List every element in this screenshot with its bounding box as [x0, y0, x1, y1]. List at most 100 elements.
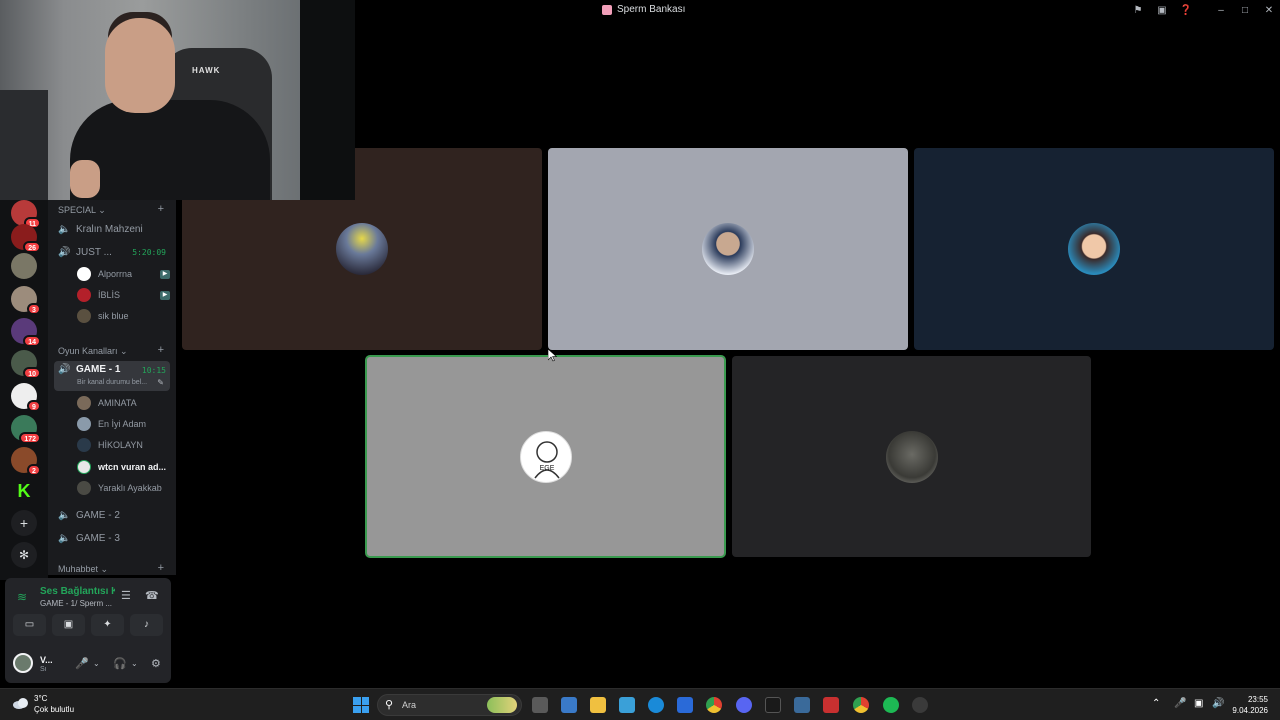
bookmark-icon[interactable]: ⚑ — [1131, 4, 1145, 18]
participant-tile-3[interactable] — [914, 148, 1274, 350]
voice-user[interactable]: HİKOLAYN — [77, 436, 172, 454]
signal-icon: ≋ — [17, 590, 28, 604]
screen-share-button[interactable]: ▣ — [52, 614, 85, 636]
add-server-icon[interactable]: + — [11, 510, 37, 536]
participant-tile-5[interactable] — [732, 356, 1091, 557]
channel-just[interactable]: 🔊 JUST ... 5:20:09 — [54, 242, 170, 262]
server-icon — [602, 4, 612, 15]
voice-user[interactable]: sik blue — [77, 307, 172, 325]
server-icon[interactable]: 14 — [11, 318, 41, 347]
microphone-icon[interactable]: 🎤 — [75, 657, 89, 670]
participant-tile-4[interactable]: EGE — [365, 355, 726, 558]
chrome-icon[interactable] — [853, 697, 869, 713]
steelseries-icon[interactable] — [765, 697, 781, 713]
server-badge: 2 — [27, 464, 41, 476]
participant-tile-2[interactable] — [548, 148, 908, 350]
microphone-tray-icon[interactable]: 🎤 — [1174, 698, 1186, 709]
start-button[interactable] — [353, 697, 369, 713]
weather-temperature[interactable]: 3°C — [34, 694, 47, 703]
voice-connection-panel: ≋ Ses Bağlantısı Kuruldu GAME - 1/ Sperm… — [5, 578, 171, 683]
edit-status-icon[interactable]: ✎ — [157, 378, 164, 387]
server-icon[interactable] — [11, 253, 37, 279]
kick-server-icon[interactable]: K — [11, 478, 37, 504]
voice-user[interactable]: En İyi Adam — [77, 415, 172, 433]
voice-status[interactable]: Ses Bağlantısı Kuruldu — [40, 586, 115, 597]
soundboard-button[interactable]: ♪ — [130, 614, 163, 636]
category-oyun-kanallari[interactable]: Oyun Kanalları ⌄ — [58, 346, 128, 357]
participant-avatar — [1068, 223, 1120, 275]
username: V... — [40, 655, 53, 665]
app-icon[interactable] — [794, 697, 810, 713]
server-icon[interactable]: 10 — [11, 350, 41, 379]
noise-suppression-icon[interactable]: ☰ — [121, 589, 131, 602]
category-special[interactable]: SPECIAL ⌄ — [58, 205, 106, 216]
category-muhabbet[interactable]: Muhabbet ⌄ — [58, 564, 108, 575]
screen-icon[interactable]: ▣ — [1155, 4, 1169, 18]
settings-gear-icon[interactable]: ⚙ — [151, 657, 161, 670]
add-channel-icon[interactable]: + — [158, 203, 164, 215]
chevron-down-icon[interactable]: ⌄ — [93, 659, 100, 668]
add-channel-icon[interactable]: + — [158, 344, 164, 356]
disconnect-icon[interactable]: ☎ — [145, 589, 159, 602]
user-avatar — [77, 309, 91, 323]
voice-user[interactable]: Alporrna ▶ — [77, 265, 172, 283]
chrome-icon[interactable] — [706, 697, 722, 713]
camera-off-button[interactable]: ▭ — [13, 614, 46, 636]
voice-user[interactable]: AMINATA — [77, 394, 172, 412]
activities-button[interactable]: ✦ — [91, 614, 124, 636]
headphones-icon[interactable]: 🎧 — [113, 657, 127, 670]
server-icon[interactable]: 172 — [11, 415, 41, 444]
store-icon[interactable] — [561, 697, 577, 713]
file-explorer-icon[interactable] — [590, 697, 606, 713]
volume-icon[interactable]: 🔊 — [1212, 698, 1224, 709]
discord-icon[interactable] — [736, 697, 752, 713]
server-icon[interactable]: 26 — [11, 224, 41, 253]
display-tray-icon[interactable]: ▣ — [1194, 698, 1203, 709]
obs-icon[interactable] — [912, 697, 928, 713]
channel-kralin-mahzeni[interactable]: 🔈 Kralın Mahzeni — [54, 219, 170, 239]
weather-description[interactable]: Çok bulutlu — [34, 705, 74, 714]
server-badge: 26 — [23, 241, 41, 253]
webcam-overlay: HAWK — [0, 0, 355, 200]
discover-icon[interactable]: ✻ — [11, 542, 37, 568]
chevron-down-icon[interactable]: ⌄ — [131, 659, 138, 668]
voice-user[interactable]: İBLİS ▶ — [77, 286, 172, 304]
window-title-text: Sperm Bankası — [617, 4, 686, 15]
mouse-cursor-icon — [548, 349, 557, 362]
channel-game-1[interactable]: 🔊 GAME - 1 10:15 Bir kanal durumu bel...… — [54, 361, 170, 391]
task-view-icon[interactable] — [532, 697, 548, 713]
minimize-icon[interactable]: – — [1214, 4, 1228, 18]
server-badge: 3 — [27, 303, 41, 315]
add-channel-icon[interactable]: + — [158, 562, 164, 574]
voice-channel[interactable]: GAME - 1/ Sperm ... — [40, 599, 112, 608]
channel-name: JUST ... — [76, 246, 112, 258]
server-icon[interactable]: 9 — [11, 383, 41, 412]
server-icon[interactable]: 2 — [11, 447, 41, 476]
voicemeeter-icon[interactable] — [823, 697, 839, 713]
user-avatar — [77, 396, 91, 410]
notepad-icon[interactable] — [619, 697, 635, 713]
avatar[interactable] — [13, 653, 33, 673]
user-avatar — [77, 288, 91, 302]
stream-icon: ▶ — [160, 290, 170, 300]
channel-game-2[interactable]: 🔈 GAME - 2 — [54, 505, 170, 525]
server-icon[interactable]: 3 — [11, 286, 41, 315]
channel-status: Bir kanal durumu bel... — [77, 379, 148, 386]
voice-user-speaking[interactable]: wtcn vuran ad... — [77, 458, 172, 476]
cloud-icon — [13, 698, 28, 709]
mail-icon[interactable] — [677, 697, 693, 713]
help-icon[interactable]: ❓ — [1179, 4, 1193, 18]
user-avatar — [77, 267, 91, 281]
server-icon[interactable]: 11 — [11, 200, 41, 229]
user-name: sik blue — [98, 311, 129, 321]
channel-game-3[interactable]: 🔈 GAME - 3 — [54, 528, 170, 548]
edge-icon[interactable] — [648, 697, 664, 713]
maximize-icon[interactable]: □ — [1238, 4, 1252, 18]
taskbar-search[interactable]: ⚲ Ara — [377, 694, 522, 716]
chevron-up-icon[interactable]: ⌃ — [1152, 698, 1160, 709]
spotify-icon[interactable] — [883, 697, 899, 713]
speaker-icon: 🔊 — [58, 364, 71, 375]
system-clock[interactable]: 23:55 9.04.2026 — [1232, 694, 1268, 716]
close-icon[interactable]: ✕ — [1262, 4, 1276, 18]
voice-user[interactable]: Yaraklı Ayakkab — [77, 479, 172, 497]
